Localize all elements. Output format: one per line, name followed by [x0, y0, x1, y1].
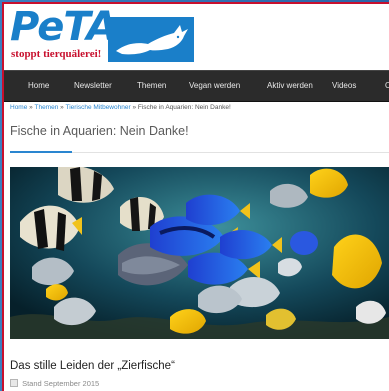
nav-item-themen[interactable]: Themen: [137, 71, 166, 101]
breadcrumb-themen[interactable]: Themen: [34, 104, 58, 111]
nav-item-videos[interactable]: Videos: [332, 71, 356, 101]
breadcrumb-separator: »: [132, 104, 137, 111]
logo-rabbit-icon[interactable]: [108, 17, 194, 62]
breadcrumb-home[interactable]: Home: [10, 104, 27, 111]
calendar-icon: [10, 379, 18, 387]
main-navigation: Home Newsletter Themen Vegan werden Akti…: [4, 70, 389, 102]
nav-item-vegan-werden[interactable]: Vegan werden: [189, 71, 240, 101]
nav-item-aktiv-werden[interactable]: Aktiv werden: [267, 71, 313, 101]
nav-item-home[interactable]: Home: [28, 71, 49, 101]
title-divider: [72, 152, 389, 153]
article-title[interactable]: Das stille Leiden der „Zierfische“: [10, 360, 175, 372]
breadcrumb: Home » Themen » Tierische Mitbewohner » …: [10, 102, 231, 114]
site-logo[interactable]: PeTA: [10, 6, 118, 48]
breadcrumb-separator: »: [60, 104, 64, 111]
logo-tagline: stoppt tierquälerei!: [11, 48, 102, 60]
breadcrumb-tierische-mitbewohner[interactable]: Tierische Mitbewohner: [65, 104, 130, 111]
article-date: Stand September 2015: [22, 379, 100, 388]
page: PeTA stoppt tierquälerei! Home Newslette…: [2, 2, 389, 391]
article-meta: Stand September 2015: [10, 378, 99, 390]
hero-image: [10, 167, 389, 339]
breadcrumb-separator: »: [29, 104, 33, 111]
title-accent-rule: [10, 151, 72, 153]
site-header: PeTA stoppt tierquälerei!: [10, 6, 210, 66]
page-title: Fische in Aquarien: Nein Danke!: [10, 124, 189, 138]
nav-item-more[interactable]: O: [385, 71, 389, 101]
breadcrumb-current: Fische in Aquarien: Nein Danke!: [137, 104, 231, 111]
nav-item-newsletter[interactable]: Newsletter: [74, 71, 112, 101]
